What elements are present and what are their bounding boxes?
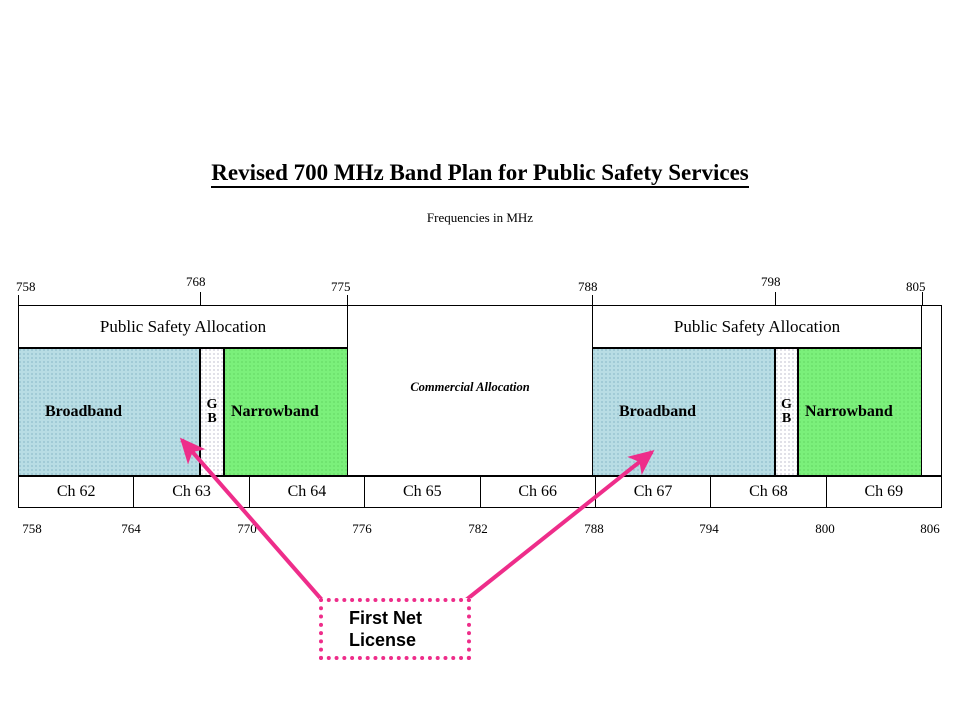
band-broadband-right: Broadband — [592, 348, 775, 476]
page-title: Revised 700 MHz Band Plan for Public Saf… — [0, 160, 960, 188]
commercial-allocation: Commercial Allocation — [348, 348, 592, 476]
top-tick-mark-768 — [200, 292, 201, 305]
top-tick-label-768: 768 — [186, 274, 206, 289]
first-net-license-line2: License — [349, 630, 417, 650]
band-guard-left-label-b: B — [207, 411, 217, 426]
channel-label-67: Ch 67 — [633, 483, 673, 500]
channel-cell-67: Ch 67 — [594, 476, 712, 508]
public-safety-allocation-right: Public Safety Allocation — [592, 305, 922, 348]
band-guard-right-label-g: G — [781, 396, 792, 412]
band-guard-right: G B — [775, 348, 798, 476]
band-plan-diagram: Revised 700 MHz Band Plan for Public Saf… — [0, 0, 960, 720]
band-narrowband-right-label: Narrowband — [805, 403, 893, 420]
channel-row: Ch 62 Ch 63 Ch 64 Ch 65 Ch 66 Ch 67 Ch 6… — [18, 476, 942, 508]
page-subtitle: Frequencies in MHz — [426, 210, 534, 225]
public-safety-allocation-left-label: Public Safety Allocation — [99, 316, 267, 336]
channel-cell-63: Ch 63 — [133, 476, 250, 508]
bottom-tick-label-794: 794 — [699, 521, 719, 536]
public-safety-allocation-left: Public Safety Allocation — [18, 305, 348, 348]
top-tick-mark-775 — [347, 295, 348, 305]
bottom-tick-label-770: 770 — [237, 521, 257, 536]
commercial-allocation-label: Commercial Allocation — [410, 380, 530, 394]
band-guard-left: G B — [200, 348, 224, 476]
band-broadband-left-label: Broadband — [45, 403, 123, 420]
band-broadband-right-label: Broadband — [619, 403, 697, 420]
top-tick-label-788: 788 — [578, 279, 598, 294]
bottom-tick-label-758: 758 — [22, 521, 42, 536]
channel-cell-65: Ch 65 — [364, 476, 481, 508]
first-net-license-callout[interactable]: First Net License — [319, 598, 471, 660]
channel-label-63: Ch 63 — [172, 483, 211, 500]
channel-label-64: Ch 64 — [287, 483, 327, 500]
bottom-tick-label-788: 788 — [584, 521, 604, 536]
bottom-tick-label-800: 800 — [815, 521, 835, 536]
band-guard-right-label-b: B — [781, 411, 792, 426]
channel-cell-69: Ch 69 — [825, 476, 942, 508]
top-tick-mark-798 — [775, 292, 776, 305]
channel-label-65: Ch 65 — [402, 483, 442, 500]
channel-cell-68: Ch 68 — [710, 476, 827, 508]
bottom-tick-label-776: 776 — [352, 521, 372, 536]
band-broadband-left: Broadband — [18, 348, 200, 476]
channel-label-69: Ch 69 — [864, 483, 904, 500]
top-tick-mark-805 — [922, 292, 923, 305]
top-tick-mark-788 — [592, 295, 593, 305]
channel-cell-64: Ch 64 — [248, 476, 366, 508]
bottom-tick-label-764: 764 — [121, 521, 141, 536]
top-tick-mark-758 — [18, 295, 19, 305]
top-tick-label-775: 775 — [331, 279, 351, 294]
public-safety-allocation-right-label: Public Safety Allocation — [673, 316, 841, 336]
bottom-tick-label-806: 806 — [920, 521, 940, 536]
channel-cell-62: Ch 62 — [18, 476, 135, 508]
channel-label-68: Ch 68 — [749, 483, 788, 500]
top-tick-label-798: 798 — [761, 274, 781, 289]
top-tick-label-758: 758 — [16, 279, 36, 294]
channel-label-66: Ch 66 — [518, 483, 558, 500]
band-narrowband-left: Narrowband — [224, 348, 348, 476]
channel-cell-66: Ch 66 — [479, 476, 596, 508]
page-title-text: Revised 700 MHz Band Plan for Public Saf… — [211, 160, 749, 188]
band-guard-left-label-g: G — [206, 396, 218, 412]
channel-label-62: Ch 62 — [56, 483, 96, 500]
band-narrowband-right: Narrowband — [798, 348, 922, 476]
band-narrowband-left-label: Narrowband — [231, 403, 319, 420]
first-net-license-line1: First Net — [349, 607, 423, 628]
bottom-tick-label-782: 782 — [468, 521, 488, 536]
